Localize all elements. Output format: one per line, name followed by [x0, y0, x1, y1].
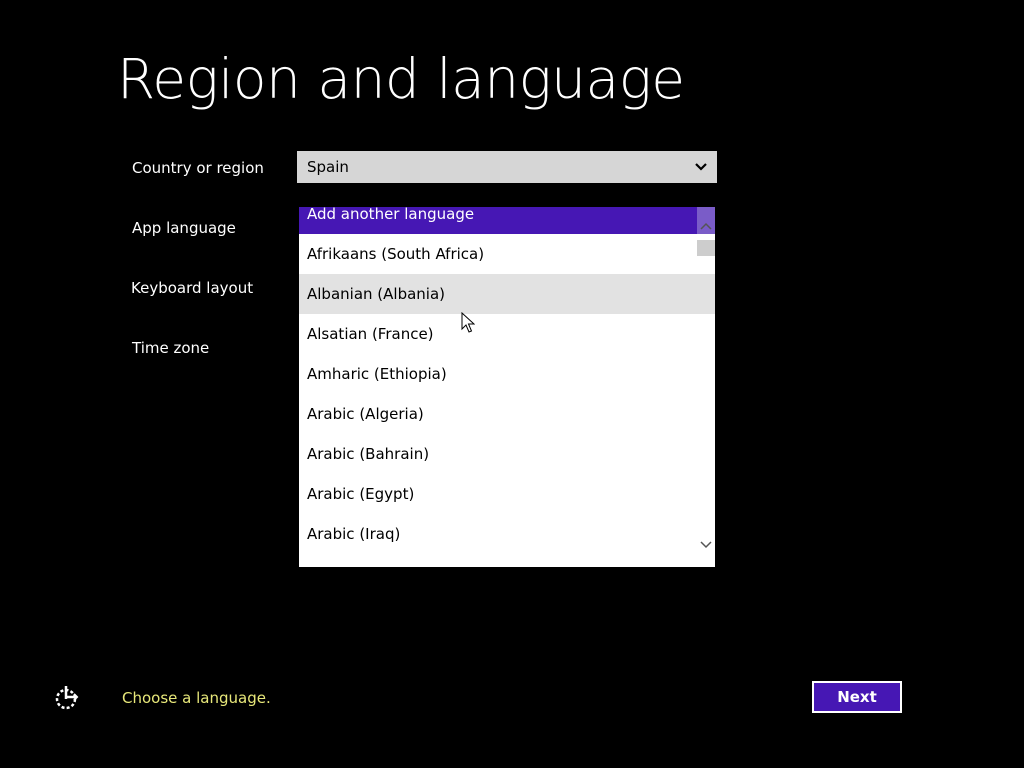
app-language-label: App language: [132, 219, 236, 237]
list-item-label: Alsatian (France): [307, 325, 434, 343]
scroll-down-icon[interactable]: [699, 540, 713, 550]
list-item-hovered[interactable]: Albanian (Albania): [299, 274, 697, 314]
chevron-down-icon: [695, 163, 707, 171]
list-item-label: Afrikaans (South Africa): [307, 245, 485, 263]
status-message: Choose a language.: [122, 689, 271, 707]
list-item[interactable]: Amharic (Ethiopia): [299, 354, 697, 394]
scrollbar-thumb[interactable]: [697, 240, 715, 256]
add-language-label: Add another language: [307, 207, 475, 223]
time-zone-label: Time zone: [132, 339, 210, 357]
list-item[interactable]: Arabic (Algeria): [299, 394, 697, 434]
language-list: Afrikaans (South Africa) Albanian (Alban…: [299, 234, 697, 554]
add-language-option[interactable]: Add another language: [299, 207, 697, 234]
app-language-dropdown[interactable]: Add another language Afrikaans (South Af…: [299, 207, 715, 567]
list-item[interactable]: Arabic (Egypt): [299, 474, 697, 514]
country-select-value: Spain: [307, 158, 349, 176]
page-title: Region and language: [117, 47, 685, 111]
setup-page: Region and language Country or region Ap…: [0, 0, 1024, 768]
list-item[interactable]: Arabic (Iraq): [299, 514, 697, 554]
dropdown-scrollbar[interactable]: [697, 207, 715, 567]
list-item-label: Arabic (Iraq): [307, 525, 401, 543]
list-item[interactable]: Alsatian (France): [299, 314, 697, 354]
scroll-up-icon[interactable]: [699, 221, 713, 231]
list-item-label: Arabic (Egypt): [307, 485, 415, 503]
mouse-cursor-icon: [461, 312, 475, 333]
keyboard-layout-label: Keyboard layout: [131, 279, 254, 297]
list-item[interactable]: Arabic (Bahrain): [299, 434, 697, 474]
list-item-label: Arabic (Algeria): [307, 405, 424, 423]
country-label: Country or region: [132, 159, 264, 177]
next-button[interactable]: Next: [812, 681, 902, 713]
list-item-label: Arabic (Bahrain): [307, 445, 430, 463]
list-item[interactable]: Afrikaans (South Africa): [299, 234, 697, 274]
country-select[interactable]: Spain: [297, 151, 717, 183]
list-item-label: Albanian (Albania): [307, 285, 445, 303]
scrollbar-hover-band: [697, 274, 715, 314]
list-item-label: Amharic (Ethiopia): [307, 365, 447, 383]
ease-of-access-icon[interactable]: [52, 684, 80, 712]
